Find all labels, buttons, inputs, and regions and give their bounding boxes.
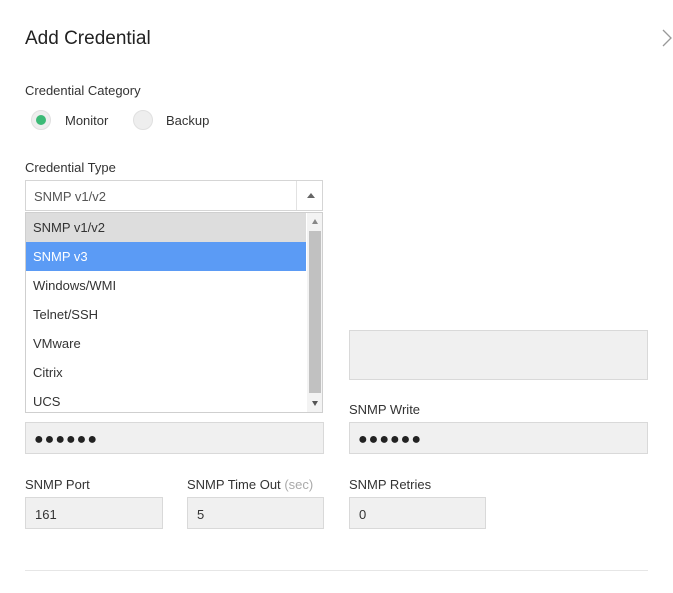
dropdown-option-windows-wmi[interactable]: Windows/WMI — [26, 271, 306, 300]
snmp-retries-label: SNMP Retries — [349, 477, 432, 492]
dropdown-option-snmp-v1-v2[interactable]: SNMP v1/v2 — [26, 213, 306, 242]
radio-backup-label[interactable]: Backup — [166, 113, 209, 128]
credential-type-label: Credential Type — [25, 160, 116, 175]
dropdown-option-snmp-v3[interactable]: SNMP v3 — [26, 242, 306, 271]
snmp-timeout-value: 5 — [197, 507, 205, 522]
snmp-write-value: ●●●●●● — [358, 431, 422, 448]
option-label: UCS — [33, 394, 61, 409]
dropdown-option-telnet-ssh[interactable]: Telnet/SSH — [26, 300, 306, 329]
select-separator — [296, 181, 297, 210]
option-label: SNMP v3 — [33, 249, 88, 264]
dropdown-option-ucs[interactable]: UCS — [26, 387, 306, 412]
dropdown-option-vmware[interactable]: VMware — [26, 329, 306, 358]
panel-title: Add Credential — [25, 28, 151, 49]
radio-backup[interactable] — [133, 110, 153, 130]
scroll-up-icon[interactable] — [310, 218, 320, 226]
footer-divider — [25, 570, 648, 571]
credential-type-dropdown[interactable]: SNMP v1/v2 SNMP v3 Windows/WMI Telnet/SS… — [25, 212, 323, 413]
snmp-retries-field[interactable]: 0 — [349, 497, 486, 529]
snmp-write-label: SNMP Write — [349, 402, 421, 417]
credential-type-select[interactable]: SNMP v1/v2 — [25, 180, 323, 211]
radio-monitor[interactable] — [31, 110, 51, 130]
dropdown-scrollbar-thumb[interactable] — [309, 231, 321, 393]
snmp-read-value: ●●●●●● — [34, 431, 98, 448]
option-label: Windows/WMI — [33, 278, 117, 293]
radio-monitor-label[interactable]: Monitor — [65, 113, 108, 128]
snmp-community-field[interactable] — [349, 330, 648, 380]
snmp-retries-value: 0 — [359, 507, 367, 522]
scroll-down-icon[interactable] — [310, 399, 320, 407]
chevron-right-icon[interactable] — [660, 27, 673, 49]
snmp-port-label: SNMP Port — [25, 477, 90, 492]
snmp-timeout-unit: (sec) — [284, 477, 314, 492]
snmp-timeout-label: SNMP Time Out (sec) — [187, 477, 313, 492]
option-label: VMware — [33, 336, 81, 351]
option-label: Telnet/SSH — [33, 307, 99, 322]
snmp-write-field[interactable]: ●●●●●● — [349, 422, 648, 454]
option-label: SNMP v1/v2 — [33, 220, 106, 235]
option-label: Citrix — [33, 365, 63, 380]
snmp-port-value: 161 — [35, 507, 57, 522]
snmp-timeout-field[interactable]: 5 — [187, 497, 324, 529]
radio-selected-dot — [36, 115, 46, 125]
credential-category-label: Credential Category — [25, 83, 141, 98]
snmp-port-field[interactable]: 161 — [25, 497, 163, 529]
caret-up-icon[interactable] — [306, 191, 316, 201]
dropdown-option-citrix[interactable]: Citrix — [26, 358, 306, 387]
snmp-timeout-label-text: SNMP Time Out — [187, 477, 281, 492]
snmp-read-field[interactable]: ●●●●●● — [25, 422, 324, 454]
select-value: SNMP v1/v2 — [34, 189, 107, 204]
